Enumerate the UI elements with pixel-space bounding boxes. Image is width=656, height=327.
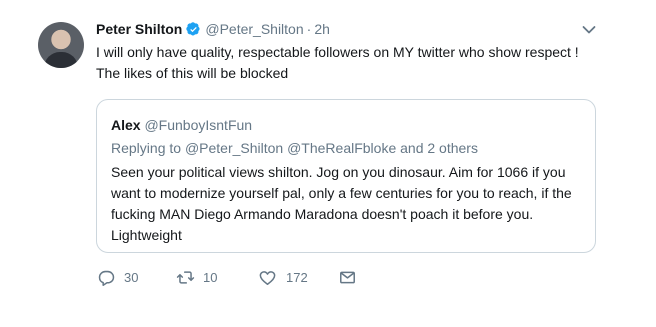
author-name[interactable]: Peter Shilton: [96, 21, 182, 37]
retweet-icon: [176, 271, 195, 284]
tweet-actions: 30 10 172: [96, 268, 396, 288]
reply-icon: [98, 270, 115, 287]
retweet-button[interactable]: 10: [176, 268, 217, 287]
replying-to-prefix: Replying to: [111, 140, 185, 156]
quoted-tweet-header: Alex @FunboyIsntFun: [111, 117, 252, 133]
retweet-count: 10: [203, 270, 218, 285]
tweet: Peter Shilton @Peter_Shilton · 2h I will…: [0, 0, 656, 327]
tweet-header: Peter Shilton @Peter_Shilton · 2h: [96, 21, 330, 37]
avatar[interactable]: [38, 22, 84, 68]
reply-button[interactable]: 30: [97, 268, 138, 287]
verified-badge-icon: [186, 21, 200, 35]
author-handle[interactable]: @Peter_Shilton: [205, 21, 303, 37]
direct-message-icon: [340, 271, 355, 284]
like-count: 172: [286, 270, 308, 285]
tweet-text-line: I will only have quality, respectable fo…: [96, 44, 579, 60]
quoted-author-name: Alex: [111, 117, 141, 133]
tweet-timestamp[interactable]: 2h: [314, 21, 330, 37]
quoted-tweet[interactable]: Alex @FunboyIsntFun Replying to @Peter_S…: [96, 99, 596, 253]
tweet-text: I will only have quality, respectable fo…: [96, 42, 616, 84]
replying-to-mentions[interactable]: @Peter_Shilton @TheRealFbloke and 2 othe…: [185, 140, 478, 156]
quoted-tweet-text: Seen your political views shilton. Jog o…: [111, 164, 572, 243]
reply-count: 30: [124, 270, 139, 285]
replying-to: Replying to @Peter_Shilton @TheRealFblok…: [111, 140, 478, 156]
tweet-text-line: The likes of this will be blocked: [96, 65, 289, 81]
like-button[interactable]: 172: [258, 268, 308, 287]
separator-dot: ·: [306, 21, 312, 37]
like-icon: [259, 271, 276, 285]
avatar-suit: [44, 52, 78, 68]
chevron-down-icon[interactable]: [582, 25, 596, 35]
quoted-author-handle: @FunboyIsntFun: [144, 117, 253, 133]
direct-message-button[interactable]: [338, 268, 357, 287]
